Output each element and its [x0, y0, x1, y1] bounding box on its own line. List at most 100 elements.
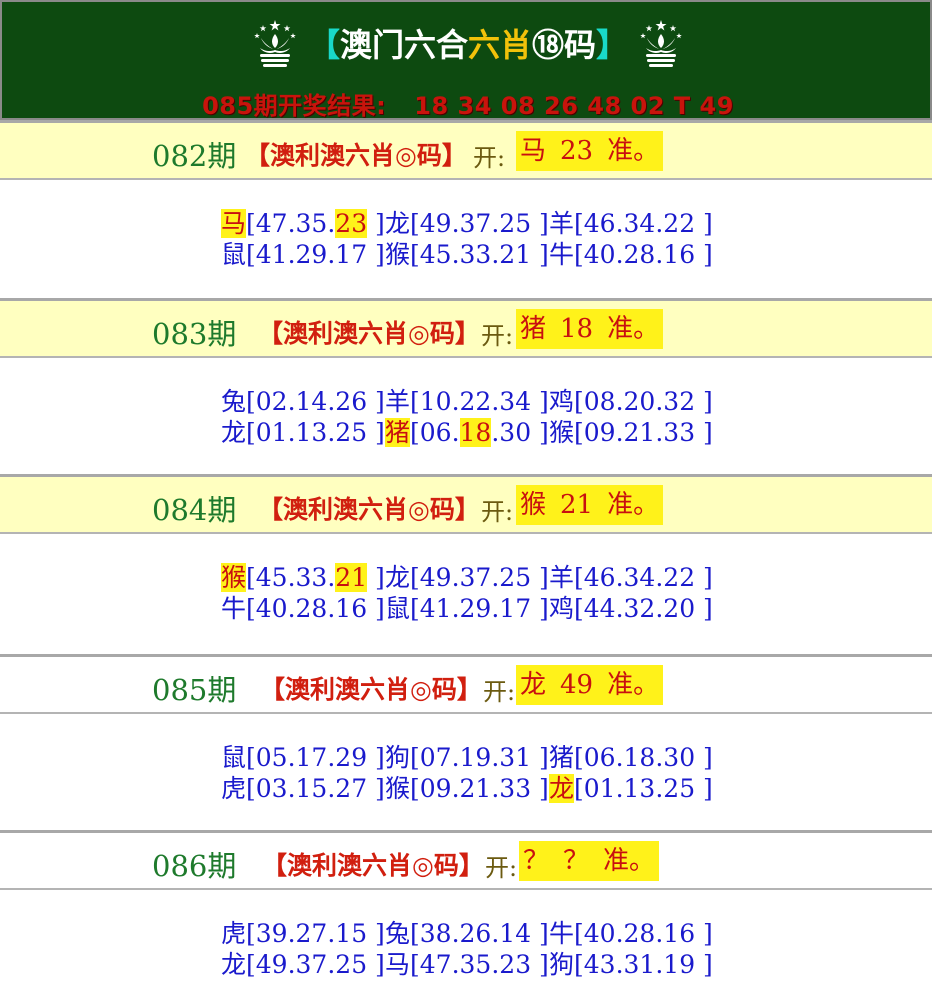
zodiac-cell: 鸡[44.32.20 ]	[549, 593, 713, 624]
zodiac-cell: 羊[46.34.22 ]	[549, 562, 713, 593]
title-circled: ⑱	[532, 26, 565, 64]
zodiac-numbers: [49.37.25 ]	[410, 209, 549, 238]
zodiac-numbers-tail: ]	[367, 563, 385, 592]
zodiac-name: 龙	[385, 209, 411, 238]
zodiac-cell: 龙[01.13.25 ]	[221, 417, 385, 448]
zodiac-grid: 马[47.35.23 ] 龙[49.37.25 ] 羊[46.34.22 ] 鼠[41…	[0, 180, 932, 295]
period-label: 085期	[152, 673, 237, 707]
answer-zodiac: 猪	[520, 314, 547, 344]
zodiac-cell: 猴[45.33.21 ]	[221, 562, 385, 593]
draw-result: 085期开奖结果: 18 34 08 26 48 02 T 49	[2, 86, 932, 120]
answer-number: ？	[563, 846, 590, 876]
open-label: 开:	[483, 678, 516, 706]
zodiac-cell: 猪[06.18.30 ]	[549, 742, 713, 773]
zodiac-cell: 兔[38.26.14 ]	[385, 918, 549, 949]
open-label: 开:	[481, 498, 514, 526]
zodiac-cell: 羊[10.22.34 ]	[385, 386, 549, 417]
zodiac-cell: 鸡[08.20.32 ]	[549, 386, 713, 417]
zodiac-cell: 羊[46.34.22 ]	[549, 208, 713, 239]
answer-zodiac: 龙	[520, 670, 547, 700]
zodiac-numbers: [07.19.31 ]	[410, 743, 549, 772]
zodiac-grid: 兔[02.14.26 ] 羊[10.22.34 ] 鸡[08.20.32 ] 龙[01…	[0, 358, 932, 473]
zodiac-numbers: [47.35.23 ]	[410, 950, 549, 979]
zodiac-cell: 龙[49.37.25 ]	[385, 562, 549, 593]
zodiac-numbers: [41.29.17 ]	[410, 594, 549, 623]
zodiac-name: 羊	[549, 209, 575, 238]
period-header: 082期 【澳利澳六肖◎码】 开: 马 23 准。	[0, 120, 932, 180]
zodiac-name: 猴	[385, 240, 411, 269]
zodiac-numbers: [06.	[410, 418, 460, 447]
answer-number: 18	[560, 314, 594, 344]
zodiac-cell: 牛[40.28.16 ]	[549, 918, 713, 949]
zodiac-numbers: [08.20.32 ]	[574, 387, 713, 416]
zodiac-numbers: [49.37.25 ]	[246, 950, 385, 979]
answer-badge: ？ ？ 准。	[519, 841, 660, 881]
zodiac-name: 猪	[549, 743, 575, 772]
zodiac-grid: 猴[45.33.21 ] 龙[49.37.25 ] 羊[46.34.22 ] 牛[40…	[0, 534, 932, 649]
zodiac-name: 猴	[549, 418, 575, 447]
answer-suffix: 准。	[607, 490, 660, 520]
zodiac-name: 鼠	[385, 594, 411, 623]
zodiac-numbers: [46.34.22 ]	[574, 563, 713, 592]
period-title: 【澳利澳六肖◎码】	[245, 141, 467, 170]
zodiac-name: 鼠	[221, 240, 247, 269]
answer-suffix: 准。	[607, 670, 660, 700]
zodiac-name: 羊	[385, 387, 411, 416]
zodiac-name: 猴	[385, 774, 411, 803]
answer-suffix: 准。	[603, 846, 656, 876]
answer-badge: 马 23 准。	[516, 131, 664, 171]
period-header: 086期 【澳利澳六肖◎码】 开:？？准。	[0, 830, 932, 890]
answer-badge: 猪 18 准。	[516, 309, 664, 349]
zodiac-numbers: [03.15.27 ]	[246, 774, 385, 803]
zodiac-name: 龙	[549, 774, 575, 803]
title-code: 码	[564, 26, 597, 64]
zodiac-name: 猪	[385, 418, 411, 447]
zodiac-cell: 鼠[41.29.17 ]	[221, 239, 385, 270]
zodiac-cell: 牛[40.28.16 ]	[221, 593, 385, 624]
answer-number: 23	[560, 136, 594, 166]
answer-number: 21	[560, 490, 594, 520]
macau-emblem-icon	[254, 20, 296, 67]
period-title: 【澳利澳六肖◎码】	[258, 319, 480, 348]
zodiac-cell: 虎[03.15.27 ]	[221, 773, 385, 804]
zodiac-numbers: [43.31.19 ]	[574, 950, 713, 979]
zodiac-cell: 猴[45.33.21 ]	[385, 239, 549, 270]
zodiac-name: 兔	[385, 919, 411, 948]
zodiac-numbers: [40.28.16 ]	[574, 240, 713, 269]
zodiac-cell: 龙[01.13.25 ]	[549, 773, 713, 804]
zodiac-cell: 马[47.35.23 ]	[221, 208, 385, 239]
zodiac-numbers: [41.29.17 ]	[246, 240, 385, 269]
period-label: 084期	[152, 493, 237, 527]
zodiac-numbers: [40.28.16 ]	[246, 594, 385, 623]
period-label: 086期	[152, 849, 237, 883]
zodiac-name: 马	[221, 209, 247, 238]
title-right-bracket: 】	[596, 26, 629, 64]
zodiac-name: 羊	[549, 563, 575, 592]
open-label: 开:	[473, 144, 506, 172]
zodiac-name: 龙	[385, 563, 411, 592]
zodiac-name: 龙	[221, 950, 247, 979]
title-left-bracket: 【	[307, 26, 340, 64]
zodiac-numbers-tail: ]	[367, 209, 385, 238]
zodiac-cell: 鼠[05.17.29 ]	[221, 742, 385, 773]
period-label: 082期	[152, 139, 237, 173]
zodiac-name: 虎	[221, 919, 247, 948]
zodiac-numbers: [45.33.	[246, 563, 336, 592]
zodiac-name: 鸡	[549, 594, 575, 623]
zodiac-cell: 鼠[41.29.17 ]	[385, 593, 549, 624]
zodiac-numbers: [39.27.15 ]	[246, 919, 385, 948]
winning-number: 21	[335, 563, 368, 592]
page-header: 【 澳门六合 六肖 ⑱ 码 】 085期开奖结果: 18 34 08 26 48…	[0, 0, 932, 120]
zodiac-cell: 猴[09.21.33 ]	[385, 773, 549, 804]
zodiac-name: 龙	[221, 418, 247, 447]
answer-suffix: 准。	[607, 136, 660, 166]
zodiac-name: 牛	[549, 240, 575, 269]
zodiac-grid: 虎[39.27.15 ] 兔[38.26.14 ] 牛[40.28.16 ] 龙[49…	[0, 890, 932, 1005]
zodiac-name: 鼠	[221, 743, 247, 772]
answer-badge: 龙 49 准。	[516, 665, 664, 705]
period-title: 【澳利澳六肖◎码】	[258, 495, 480, 524]
winning-number: 23	[335, 209, 368, 238]
answer-zodiac: 猴	[520, 490, 547, 520]
zodiac-numbers: [38.26.14 ]	[410, 919, 549, 948]
zodiac-name: 狗	[385, 743, 411, 772]
